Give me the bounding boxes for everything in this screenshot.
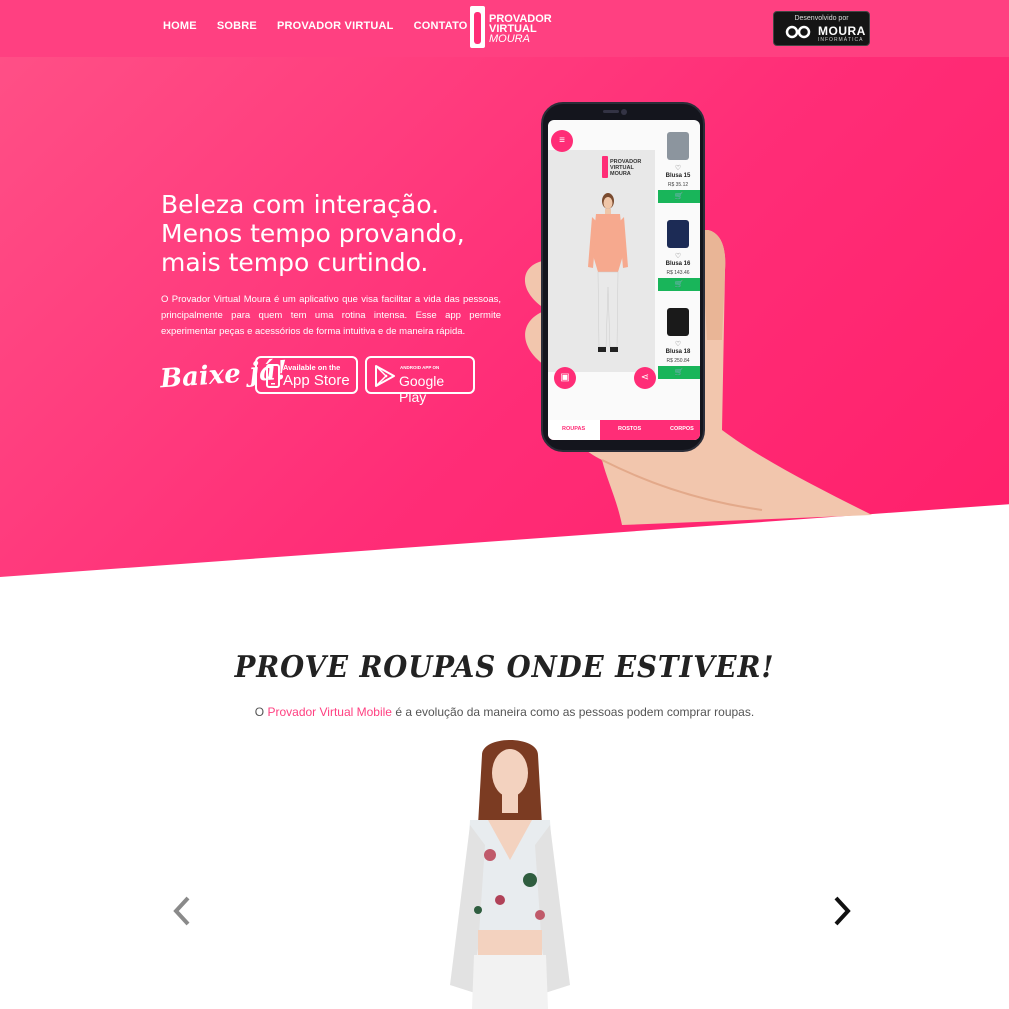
phone-screen: ≡ Provador Virtual Moura ♡ Blusa <box>548 120 700 440</box>
provador-virtual-mobile-link[interactable]: Provador Virtual Mobile <box>267 705 392 719</box>
share-icon[interactable]: ⋖ <box>634 367 656 389</box>
section-sub-prefix: O <box>254 705 268 719</box>
top-navbar: HOME SOBRE PROVADOR VIRTUAL CONTATO Prov… <box>0 0 1009 57</box>
nav-sobre-link[interactable]: SOBRE <box>217 20 257 32</box>
heart-icon[interactable]: ♡ <box>656 340 700 348</box>
app-tab-bar: ROUPAS ROSTOS CORPOS <box>548 420 700 440</box>
brand-logo-mark-icon <box>470 6 485 48</box>
google-play-small-text: ANDROID APP ON <box>400 365 440 370</box>
carousel-model-image <box>450 740 570 1009</box>
save-icon[interactable]: ▣ <box>554 367 576 389</box>
google-play-big-text: Google Play <box>399 373 445 405</box>
developer-name: MOURA <box>818 24 866 38</box>
hero-title: Beleza com interação. Menos tempo provan… <box>161 190 465 277</box>
product-thumb <box>667 308 689 336</box>
phone-icon <box>264 364 282 388</box>
product-name: Blusa 18 <box>665 349 691 355</box>
phone-mockup: ≡ Provador Virtual Moura ♡ Blusa <box>541 102 705 452</box>
google-play-button[interactable]: ANDROID APP ON Google Play <box>365 356 475 405</box>
app-mini-logo-text: Provador Virtual Moura <box>610 159 641 177</box>
product-thumb <box>667 132 689 160</box>
product-thumb <box>667 220 689 248</box>
phone-camera-icon <box>621 109 627 115</box>
app-model-figure <box>588 193 628 352</box>
main-nav: HOME SOBRE PROVADOR VIRTUAL CONTATO <box>163 20 468 32</box>
carousel-prev-button[interactable] <box>168 893 198 929</box>
app-store-big-text: App Store <box>283 372 350 389</box>
tab-rostos[interactable]: ROSTOS <box>618 426 641 432</box>
product-name: Blusa 16 <box>665 261 691 267</box>
app-mini-logo: Provador Virtual Moura <box>602 156 644 180</box>
phone-speaker <box>603 110 619 113</box>
product-price: R$ 35.12 <box>667 182 689 188</box>
heart-icon[interactable]: ♡ <box>656 164 700 172</box>
developer-badge-label: Desenvolvido por <box>794 15 849 22</box>
product-card[interactable]: ♡ Blusa 15 R$ 35.12 🛒 <box>656 130 700 218</box>
section-sub-suffix: é a evolução da maneira como as pessoas … <box>391 705 755 719</box>
developer-sub: INFORMÁTICA <box>818 37 864 43</box>
app-mini-logo-line-3: Moura <box>610 171 631 177</box>
app-mini-logo-mark-icon <box>602 156 608 178</box>
brand-logo[interactable]: Provador Virtual Moura <box>470 6 560 50</box>
product-name: Blusa 15 <box>665 173 691 179</box>
nav-contato-link[interactable]: CONTATO <box>414 20 468 32</box>
chevron-left-icon <box>173 896 190 926</box>
product-price: R$ 143.46 <box>666 270 690 276</box>
app-store-small-text: Available on the <box>283 363 341 372</box>
nav-provador-virtual-link[interactable]: PROVADOR VIRTUAL <box>277 20 394 32</box>
cart-icon[interactable]: 🛒 <box>658 366 700 379</box>
menu-icon[interactable]: ≡ <box>551 130 573 152</box>
brand-logo-text: Provador Virtual Moura <box>489 14 552 45</box>
app-store-button[interactable]: Available on the App Store <box>255 356 358 394</box>
chevron-right-icon <box>834 896 851 926</box>
product-card[interactable]: ♡ Blusa 18 R$ 250.84 🛒 <box>656 306 700 394</box>
infinity-logo-icon <box>784 25 814 39</box>
section-subtitle: O Provador Virtual Mobile é a evolução d… <box>0 705 1009 719</box>
carousel-next-button[interactable] <box>826 893 856 929</box>
product-card[interactable]: ♡ Blusa 16 R$ 143.46 🛒 <box>656 218 700 306</box>
cart-icon[interactable]: 🛒 <box>658 278 700 291</box>
play-store-icon <box>374 364 395 388</box>
tab-roupas[interactable]: ROUPAS <box>562 426 585 432</box>
section-title: Prove roupas onde estiver! <box>234 650 775 685</box>
developer-badge[interactable]: Desenvolvido por MOURA INFORMÁTICA <box>773 11 870 46</box>
heart-icon[interactable]: ♡ <box>656 252 700 260</box>
brand-line-3: Moura <box>489 33 530 45</box>
cart-icon[interactable]: 🛒 <box>658 190 700 203</box>
product-price: R$ 250.84 <box>666 358 690 364</box>
nav-home-link[interactable]: HOME <box>163 20 197 32</box>
hero-description: O Provador Virtual Moura é um aplicativo… <box>161 294 501 337</box>
tab-corpos[interactable]: CORPOS <box>670 426 694 432</box>
